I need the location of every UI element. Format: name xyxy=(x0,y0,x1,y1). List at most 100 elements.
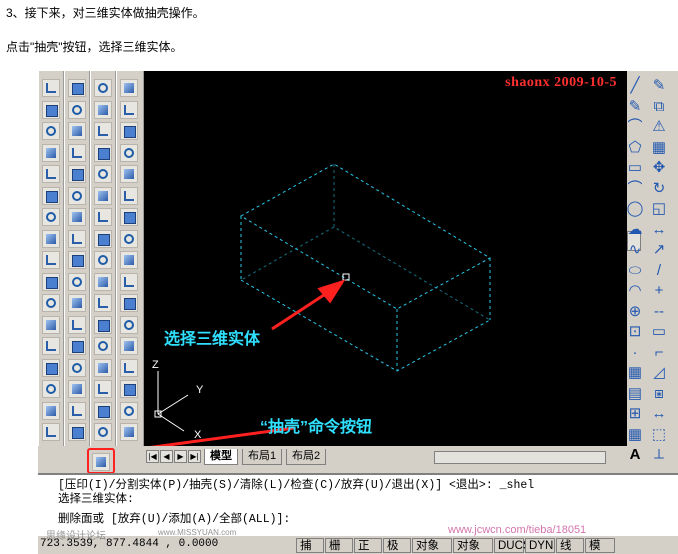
arc-icon[interactable]: ⌒ xyxy=(625,180,645,198)
modify-tool-icon[interactable]: ⧆ xyxy=(649,385,669,403)
solid-primitive-icon[interactable] xyxy=(68,229,86,248)
boolean-icon[interactable] xyxy=(94,122,112,140)
ucs-icon[interactable] xyxy=(42,79,60,97)
region-icon[interactable]: ⊞ xyxy=(625,405,645,423)
solid-3d-icon[interactable] xyxy=(120,423,138,441)
solid-primitive-icon[interactable] xyxy=(68,380,86,398)
status-toggle-7[interactable]: DUCS xyxy=(494,538,531,553)
polyline-icon[interactable]: ⌒ xyxy=(625,118,645,136)
solid-3d-icon[interactable] xyxy=(120,165,138,183)
insert-block-icon[interactable]: ⊕ xyxy=(625,303,645,321)
solid-primitive-icon[interactable] xyxy=(68,272,86,291)
tab-nav-prev[interactable]: ◀ xyxy=(160,450,173,463)
ucs-icon[interactable] xyxy=(42,423,60,441)
line-icon[interactable]: ╱ xyxy=(625,77,645,95)
solid-3d-icon[interactable] xyxy=(120,186,138,205)
solid-3d-icon[interactable] xyxy=(120,208,138,226)
solid-primitive-icon[interactable] xyxy=(68,315,86,334)
table-icon[interactable]: ▦ xyxy=(625,426,645,444)
ucs-icon[interactable] xyxy=(42,122,60,140)
modify-tool-icon[interactable]: ◿ xyxy=(649,364,669,382)
modify-tool-icon[interactable]: ⬚ xyxy=(649,426,669,444)
status-toggle-5[interactable]: 对象捕捉 xyxy=(412,538,452,553)
mtext-icon[interactable]: A xyxy=(625,446,645,464)
solid-3d-icon[interactable] xyxy=(120,143,138,162)
ellipse-arc-icon[interactable]: ◠ xyxy=(625,282,645,300)
modify-tool-icon[interactable]: ↔ xyxy=(649,405,669,423)
boolean-icon[interactable] xyxy=(94,337,112,355)
status-toggle-4[interactable]: 极轴 xyxy=(383,538,411,553)
solid-primitive-icon[interactable] xyxy=(68,423,86,441)
ucs-icon[interactable] xyxy=(42,272,60,291)
box-solid[interactable] xyxy=(240,163,492,372)
status-toggle-3[interactable]: 正交 xyxy=(354,538,382,553)
modify-tool-icon[interactable]: ⌐ xyxy=(649,344,669,362)
solid-primitive-icon[interactable] xyxy=(68,79,86,97)
boolean-icon[interactable] xyxy=(94,294,112,312)
solid-3d-icon[interactable] xyxy=(120,380,138,398)
solid-3d-icon[interactable] xyxy=(120,358,138,377)
solid-primitive-icon[interactable] xyxy=(68,358,86,377)
ucs-icon[interactable] xyxy=(42,229,60,248)
spline-icon[interactable]: ∿ xyxy=(625,241,645,259)
ellipse-icon[interactable]: ⬭ xyxy=(625,262,645,280)
boolean-icon[interactable] xyxy=(94,380,112,398)
boolean-icon[interactable] xyxy=(94,358,112,377)
model-viewport[interactable]: shaonx 2009-10-5 选择三维实体 “抽壳”命令按钮 Z Y X xyxy=(144,71,627,446)
tab-layout1[interactable]: 布局1 xyxy=(242,449,283,465)
ucs-icon[interactable] xyxy=(42,165,60,183)
modify-tool-icon[interactable]: ↔ xyxy=(649,221,669,239)
command-prompt[interactable]: 删除面或 [放弃(U)/添加(A)/全部(ALL)]: xyxy=(58,513,290,527)
boolean-icon[interactable] xyxy=(94,208,112,226)
solid-primitive-icon[interactable] xyxy=(68,294,86,312)
modify-tool-icon[interactable]: -- xyxy=(649,303,669,321)
tab-nav-first[interactable]: |◀ xyxy=(146,450,159,463)
make-block-icon[interactable]: ⊡ xyxy=(625,323,645,341)
modify-tool-icon[interactable]: ✎ xyxy=(649,77,669,95)
solid-3d-icon[interactable] xyxy=(120,251,138,269)
solid-primitive-icon[interactable] xyxy=(68,251,86,269)
ucs-icon[interactable] xyxy=(42,337,60,355)
revision-cloud-icon[interactable]: ☁ xyxy=(625,221,645,239)
status-toggle-8[interactable]: DYN xyxy=(525,538,555,553)
boolean-icon[interactable] xyxy=(94,401,112,420)
modify-tool-icon[interactable]: ⚠ xyxy=(649,118,669,136)
ucs-icon[interactable] xyxy=(42,186,60,205)
modify-tool-icon[interactable]: ✥ xyxy=(649,159,669,177)
rectangle-icon[interactable]: ▭ xyxy=(625,159,645,177)
modify-tool-icon[interactable]: ↻ xyxy=(649,180,669,198)
point-icon[interactable]: · xyxy=(625,344,645,362)
solid-3d-icon[interactable] xyxy=(120,272,138,291)
status-toggle-2[interactable]: 栅格 xyxy=(325,538,353,553)
boolean-icon[interactable] xyxy=(94,272,112,291)
horizontal-scrollbar[interactable] xyxy=(434,451,606,464)
solid-primitive-icon[interactable] xyxy=(68,186,86,205)
solid-primitive-icon[interactable] xyxy=(68,401,86,420)
ucs-icon[interactable] xyxy=(42,358,60,377)
modify-tool-icon[interactable]: ⟂ xyxy=(649,446,669,464)
status-toggle-1[interactable]: 捕捉 xyxy=(296,538,324,553)
ucs-icon[interactable] xyxy=(42,143,60,162)
ucs-icon[interactable] xyxy=(42,401,60,420)
tab-layout2[interactable]: 布局2 xyxy=(286,449,327,465)
boolean-icon[interactable] xyxy=(94,143,112,162)
modify-tool-icon[interactable]: / xyxy=(649,262,669,280)
status-toggle-9[interactable]: 线宽 xyxy=(556,538,584,553)
solid-primitive-icon[interactable] xyxy=(68,337,86,355)
solid-3d-icon[interactable] xyxy=(120,401,138,420)
boolean-icon[interactable] xyxy=(94,79,112,97)
boolean-icon[interactable] xyxy=(94,251,112,269)
boolean-icon[interactable] xyxy=(94,165,112,183)
boolean-icon[interactable] xyxy=(94,186,112,205)
boolean-icon[interactable] xyxy=(94,423,112,441)
solid-3d-icon[interactable] xyxy=(120,294,138,312)
solid-3d-icon[interactable] xyxy=(120,337,138,355)
circle-icon[interactable]: ◯ xyxy=(625,200,645,218)
boolean-icon[interactable] xyxy=(94,229,112,248)
modify-tool-icon[interactable]: ↗ xyxy=(649,241,669,259)
status-toggle-6[interactable]: 对象追踪 xyxy=(453,538,493,553)
solid-primitive-icon[interactable] xyxy=(68,122,86,140)
gradient-icon[interactable]: ▤ xyxy=(625,385,645,403)
ucs-icon[interactable] xyxy=(42,294,60,312)
tab-nav-last[interactable]: ▶| xyxy=(188,450,201,463)
